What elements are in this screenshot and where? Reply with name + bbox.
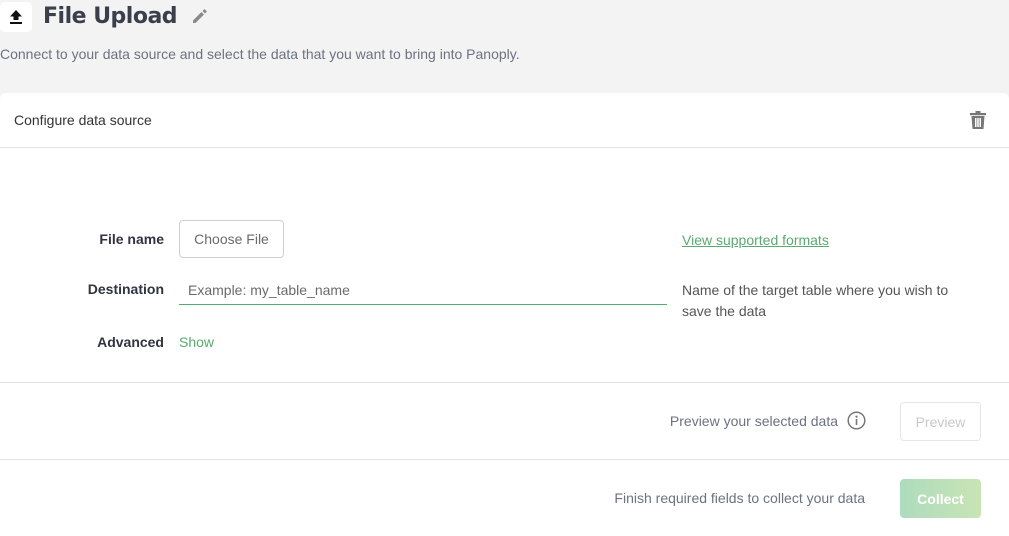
collect-button[interactable]: Collect [900, 479, 981, 518]
destination-help-text: Name of the target table where you wish … [682, 282, 949, 319]
preview-text: Preview your selected data [669, 413, 838, 429]
advanced-show-toggle[interactable]: Show [179, 334, 214, 350]
advanced-label: Advanced [97, 334, 164, 350]
pencil-icon [193, 9, 207, 23]
page-header: File Upload [0, 0, 209, 32]
trash-icon [970, 111, 986, 129]
destination-label: Destination [87, 281, 164, 297]
preview-button[interactable]: Preview [900, 402, 981, 441]
page-title: File Upload [43, 3, 178, 29]
source-form: File name Choose File View supported for… [0, 148, 1009, 383]
edit-title-button[interactable] [191, 7, 209, 25]
card-header: Configure data source [0, 93, 1009, 148]
configure-card: Configure data source File name Choose F… [0, 93, 1009, 536]
delete-source-button[interactable] [969, 110, 987, 130]
page-subtitle: Connect to your data source and select t… [0, 46, 520, 62]
collect-text: Finish required fields to collect your d… [614, 490, 865, 506]
upload-icon [10, 9, 22, 24]
preview-info-button[interactable] [847, 411, 866, 435]
upload-icon-box [0, 1, 32, 32]
info-icon [847, 411, 866, 430]
destination-input[interactable] [179, 275, 667, 305]
view-supported-formats-link[interactable]: View supported formats [682, 232, 829, 248]
card-title: Configure data source [14, 112, 152, 128]
choose-file-button[interactable]: Choose File [179, 220, 284, 258]
collect-row: Finish required fields to collect your d… [0, 460, 1009, 535]
preview-row: Preview your selected data Preview [0, 383, 1009, 460]
file-name-label: File name [99, 231, 164, 247]
